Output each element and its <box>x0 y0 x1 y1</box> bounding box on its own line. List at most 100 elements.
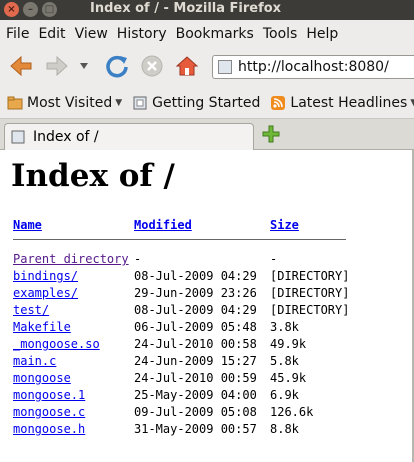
size-cell: 45.9k <box>270 371 307 385</box>
size-cell: 5.8k <box>270 354 299 368</box>
size-cell: - <box>270 252 278 266</box>
page-content: Index of / Name Modified Size Parent dir… <box>0 150 414 462</box>
window-title: Index of / - Mozilla Firefox <box>90 1 282 16</box>
tab-index-of-root[interactable]: Index of / <box>4 123 254 150</box>
size-cell: 6.9k <box>270 388 299 402</box>
modified-cell: 09-Jul-2009 05:08 <box>134 405 257 419</box>
table-row: mongoose.h 31-May-2009 00:57 8.8k <box>13 422 346 439</box>
size-cell: 126.6k <box>270 405 314 419</box>
menu-tools[interactable]: Tools <box>263 26 298 42</box>
table-row: Makefile 06-Jul-2009 05:48 3.8k <box>13 320 346 337</box>
home-icon <box>175 56 199 76</box>
star-folder-icon <box>7 96 23 109</box>
table-row: mongoose.c 09-Jul-2009 05:08 126.6k <box>13 405 346 422</box>
file-link[interactable]: bindings/ <box>13 269 78 283</box>
bookmark-getting-started[interactable]: Getting Started <box>132 95 260 111</box>
modified-cell: 08-Jul-2009 04:29 <box>134 269 257 283</box>
table-row: examples/ 29-Jun-2009 23:26 [DIRECTORY] <box>13 286 350 303</box>
maximize-window-button[interactable]: □ <box>42 2 57 17</box>
tab-strip: Index of / <box>0 119 414 150</box>
chevron-down-icon <box>80 63 88 69</box>
table-row: bindings/ 08-Jul-2009 04:29 [DIRECTORY] <box>13 269 350 286</box>
reload-button[interactable] <box>104 53 130 79</box>
bookmarks-toolbar: Most Visited ▼ Getting Started Latest He… <box>0 87 414 119</box>
bookmark-label: Getting Started <box>152 94 261 111</box>
page-heading: Index of / <box>11 158 175 194</box>
modified-cell: - <box>134 252 142 266</box>
menu-view[interactable]: View <box>75 26 108 42</box>
address-bar[interactable]: http://localhost:8080/ <box>212 55 414 79</box>
file-link[interactable]: mongoose.h <box>13 422 85 436</box>
page-icon <box>133 96 147 109</box>
reload-icon <box>106 55 128 78</box>
bookmark-most-visited[interactable]: Most Visited ▼ <box>7 95 122 111</box>
file-link[interactable]: examples/ <box>13 286 78 300</box>
site-icon <box>218 60 232 74</box>
plus-icon <box>262 125 280 143</box>
size-cell: [DIRECTORY] <box>270 303 350 317</box>
file-link[interactable]: main.c <box>13 354 56 368</box>
url-text[interactable]: http://localhost:8080/ <box>238 59 389 75</box>
menu-bar: File Edit View History Bookmarks Tools H… <box>0 20 414 47</box>
size-cell: [DIRECTORY] <box>270 269 350 283</box>
size-cell: 49.9k <box>270 337 307 351</box>
bookmark-latest-headlines[interactable]: Latest Headlines ▼ <box>270 95 414 111</box>
title-bar: × – □ Index of / - Mozilla Firefox <box>0 0 414 20</box>
page-icon <box>11 130 25 144</box>
modified-cell: 08-Jul-2009 04:29 <box>134 303 257 317</box>
size-cell: 3.8k <box>270 320 299 334</box>
table-row: main.c 24-Jun-2009 15:27 5.8k <box>13 354 346 371</box>
menu-help[interactable]: Help <box>306 26 338 42</box>
sort-by-modified-link[interactable]: Modified <box>134 218 192 232</box>
directory-listing: Name Modified Size Parent directory - - … <box>13 218 350 439</box>
table-row: mongoose.1 25-May-2009 04:00 6.9k <box>13 388 346 405</box>
modified-cell: 31-May-2009 00:57 <box>134 422 257 436</box>
parent-directory-link[interactable]: Parent directory <box>13 252 129 266</box>
history-dropdown-button[interactable] <box>76 53 92 79</box>
file-link[interactable]: test/ <box>13 303 49 317</box>
forward-icon <box>46 55 68 77</box>
table-row: _mongoose.so 24-Jul-2010 00:58 49.9k <box>13 337 346 354</box>
stop-button[interactable] <box>139 53 165 79</box>
home-button[interactable] <box>174 53 200 79</box>
table-row: mongoose 24-Jul-2010 00:59 45.9k <box>13 371 346 388</box>
file-link[interactable]: Makefile <box>13 320 71 334</box>
menu-bookmarks[interactable]: Bookmarks <box>176 26 254 42</box>
file-link[interactable]: _mongoose.so <box>13 337 100 351</box>
table-row: test/ 08-Jul-2009 04:29 [DIRECTORY] <box>13 303 350 320</box>
modified-cell: 29-Jun-2009 23:26 <box>134 286 257 300</box>
minimize-window-button[interactable]: – <box>23 2 38 17</box>
forward-button[interactable] <box>44 53 70 79</box>
file-link[interactable]: mongoose <box>13 371 71 385</box>
chevron-down-icon: ▼ <box>410 97 414 108</box>
new-tab-button[interactable] <box>262 125 280 143</box>
window-controls: × – □ <box>4 2 57 17</box>
header-divider <box>13 239 346 240</box>
modified-cell: 24-Jul-2010 00:58 <box>134 337 257 351</box>
menu-history[interactable]: History <box>117 26 167 42</box>
size-cell: [DIRECTORY] <box>270 286 350 300</box>
bookmark-label: Latest Headlines <box>290 94 408 111</box>
modified-cell: 25-May-2009 04:00 <box>134 388 257 402</box>
file-link[interactable]: mongoose.c <box>13 405 85 419</box>
tab-label: Index of / <box>33 129 99 145</box>
bookmark-label: Most Visited <box>27 94 113 111</box>
size-cell: 8.8k <box>270 422 299 436</box>
stop-icon <box>141 55 163 77</box>
menu-edit[interactable]: Edit <box>38 26 65 42</box>
close-window-button[interactable]: × <box>4 2 19 17</box>
listing-header: Name Modified Size <box>13 218 346 235</box>
modified-cell: 24-Jun-2009 15:27 <box>134 354 257 368</box>
table-row: Parent directory - - <box>13 252 346 269</box>
back-icon <box>10 55 32 77</box>
file-link[interactable]: mongoose.1 <box>13 388 85 402</box>
modified-cell: 24-Jul-2010 00:59 <box>134 371 257 385</box>
rss-icon <box>271 95 286 110</box>
sort-by-name-link[interactable]: Name <box>13 218 42 232</box>
menu-file[interactable]: File <box>6 26 29 42</box>
sort-by-size-link[interactable]: Size <box>270 218 299 232</box>
modified-cell: 06-Jul-2009 05:48 <box>134 320 257 334</box>
back-button[interactable] <box>8 53 34 79</box>
navigation-toolbar: http://localhost:8080/ <box>0 47 414 87</box>
chevron-down-icon: ▼ <box>115 97 123 108</box>
